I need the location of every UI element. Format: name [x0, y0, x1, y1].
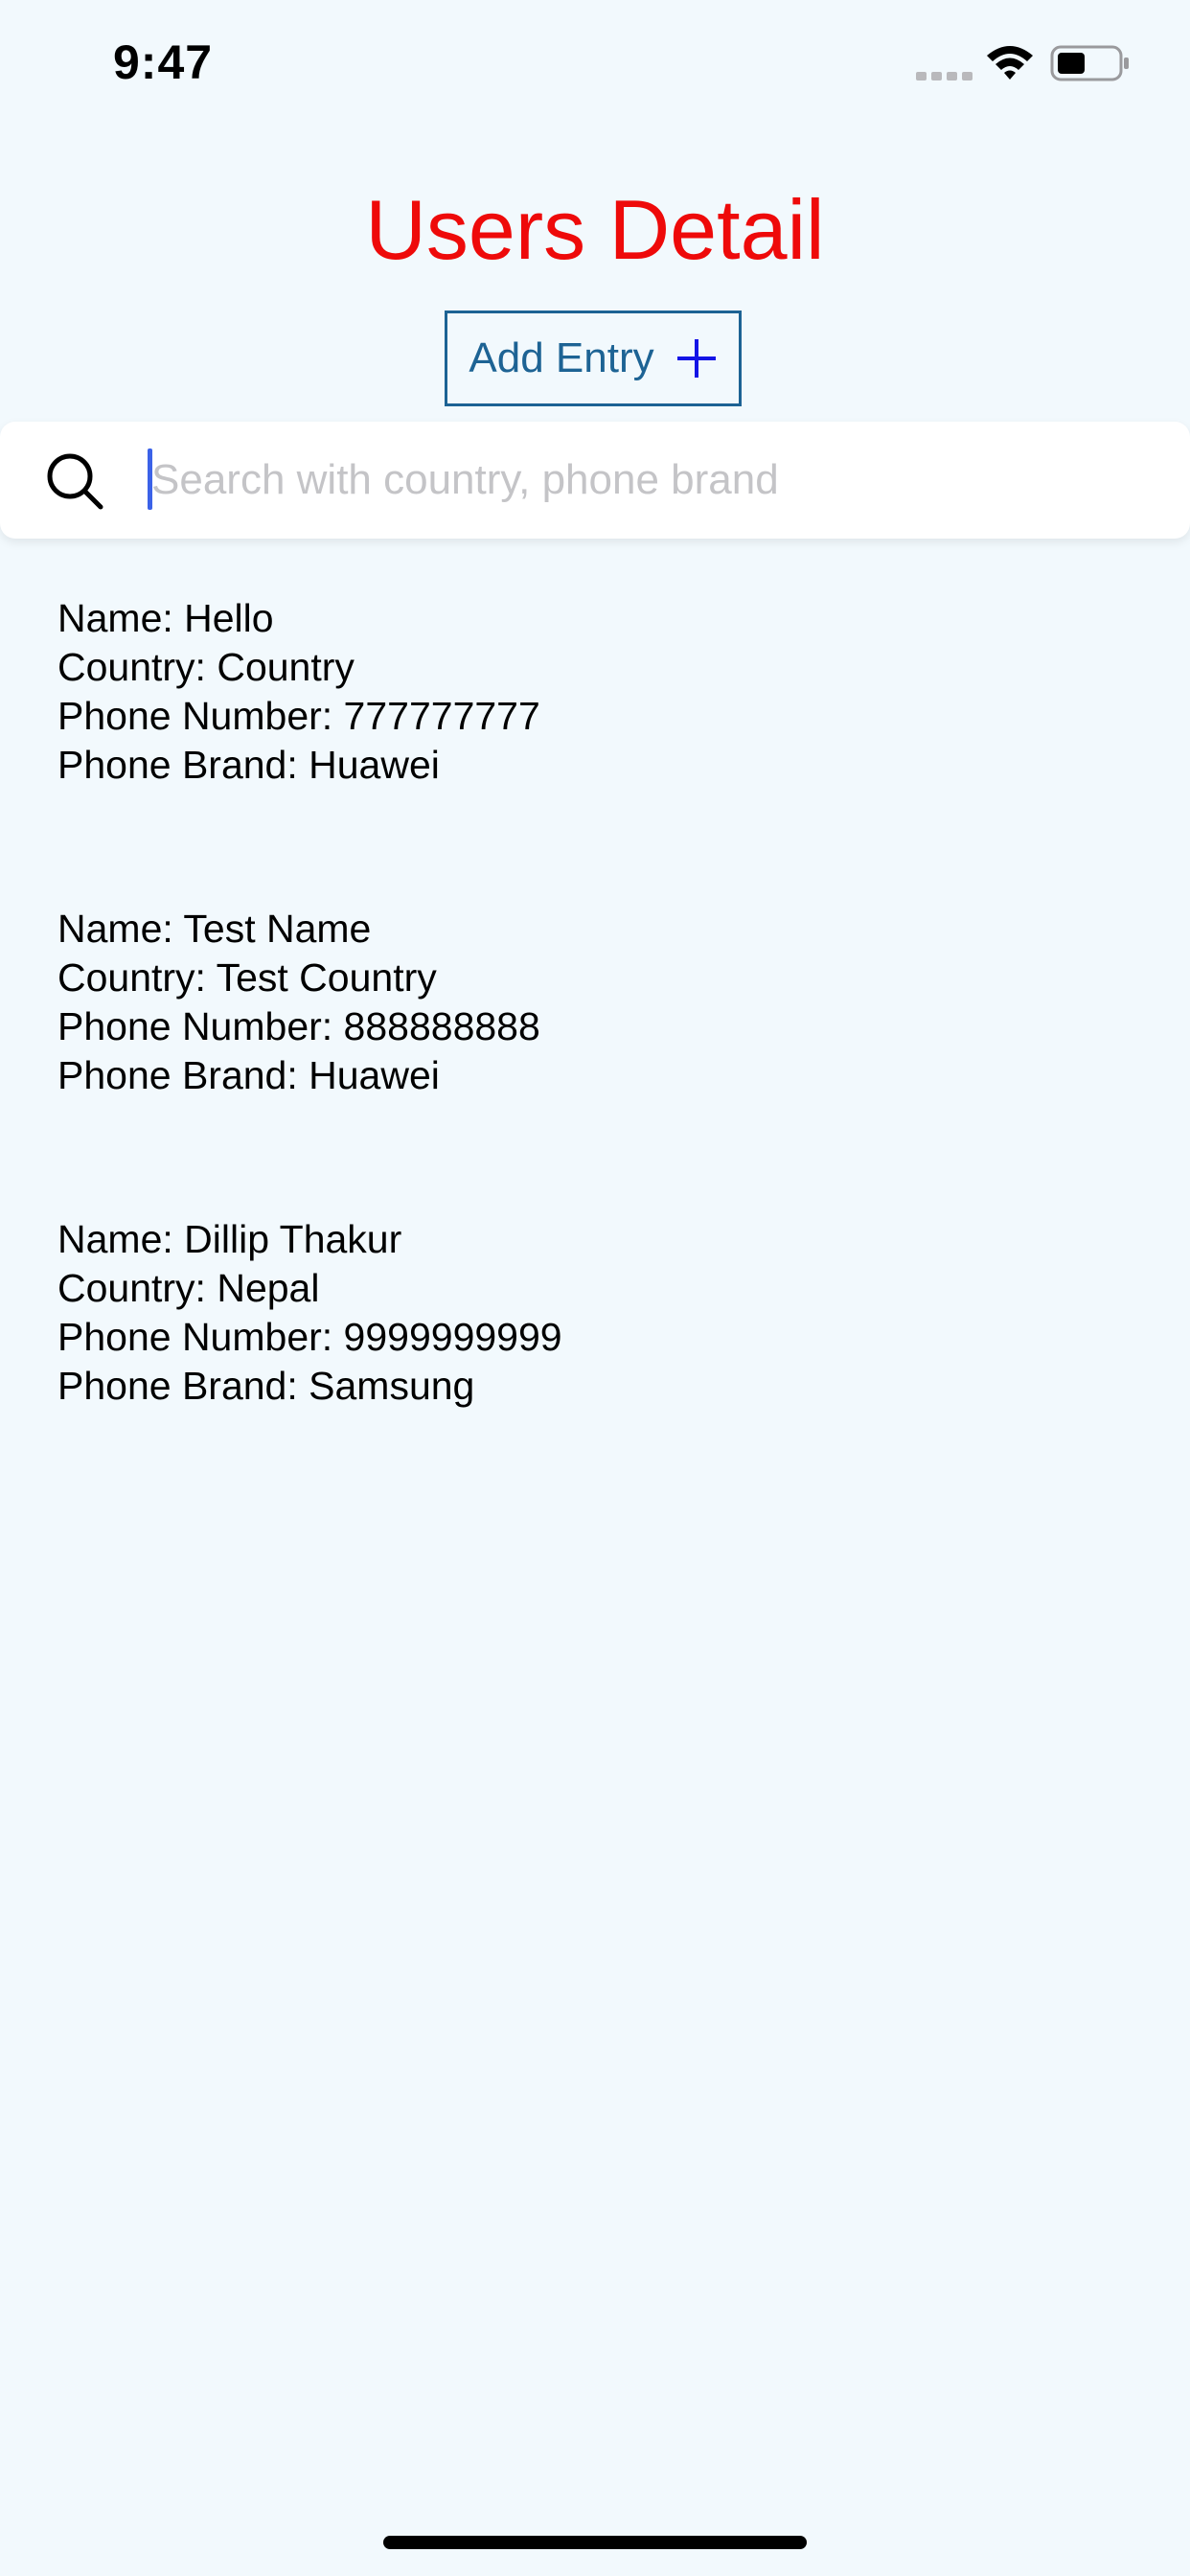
status-time: 9:47	[113, 35, 214, 89]
user-phone-brand: Phone Brand: Samsung	[57, 1364, 475, 1408]
user-name: Name: Test Name	[57, 907, 372, 951]
user-entry: Name: Test Name Country: Test Country Ph…	[57, 905, 1131, 1215]
user-name: Name: Dillip Thakur	[57, 1217, 402, 1261]
user-phone-brand: Phone Brand: Huawei	[57, 743, 440, 787]
add-entry-button[interactable]: Add Entry	[445, 310, 742, 406]
home-indicator[interactable]	[383, 2536, 807, 2549]
text-cursor	[148, 448, 152, 510]
user-name: Name: Hello	[57, 596, 274, 640]
user-phone-number: Phone Number: 777777777	[57, 694, 540, 738]
user-entry: Name: Dillip Thakur Country: Nepal Phone…	[57, 1215, 1131, 1526]
user-country: Country: Nepal	[57, 1266, 320, 1310]
add-entry-label: Add Entry	[469, 334, 654, 381]
page-title: Users Detail	[365, 182, 825, 277]
search-bar	[0, 422, 1190, 539]
search-icon[interactable]	[44, 450, 105, 512]
search-input[interactable]	[148, 441, 1167, 519]
user-phone-number: Phone Number: 9999999999	[57, 1315, 562, 1359]
signal-dots-icon	[916, 72, 973, 80]
user-country: Country: Test Country	[57, 955, 437, 1000]
plus-icon	[676, 339, 716, 378]
battery-icon	[1050, 45, 1129, 81]
user-list: Name: Hello Country: Country Phone Numbe…	[57, 594, 1131, 1526]
status-bar: 9:47	[0, 0, 1190, 126]
user-entry: Name: Hello Country: Country Phone Numbe…	[57, 594, 1131, 905]
user-phone-number: Phone Number: 888888888	[57, 1004, 540, 1048]
user-country: Country: Country	[57, 645, 355, 689]
wifi-icon	[987, 46, 1033, 80]
user-phone-brand: Phone Brand: Huawei	[57, 1053, 440, 1097]
